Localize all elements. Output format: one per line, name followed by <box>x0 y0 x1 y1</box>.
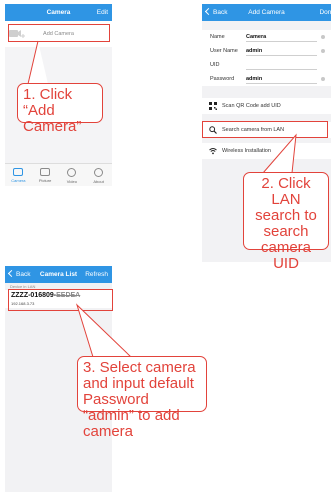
callout-step-3: 3. Select camera and input default Passw… <box>77 356 207 440</box>
